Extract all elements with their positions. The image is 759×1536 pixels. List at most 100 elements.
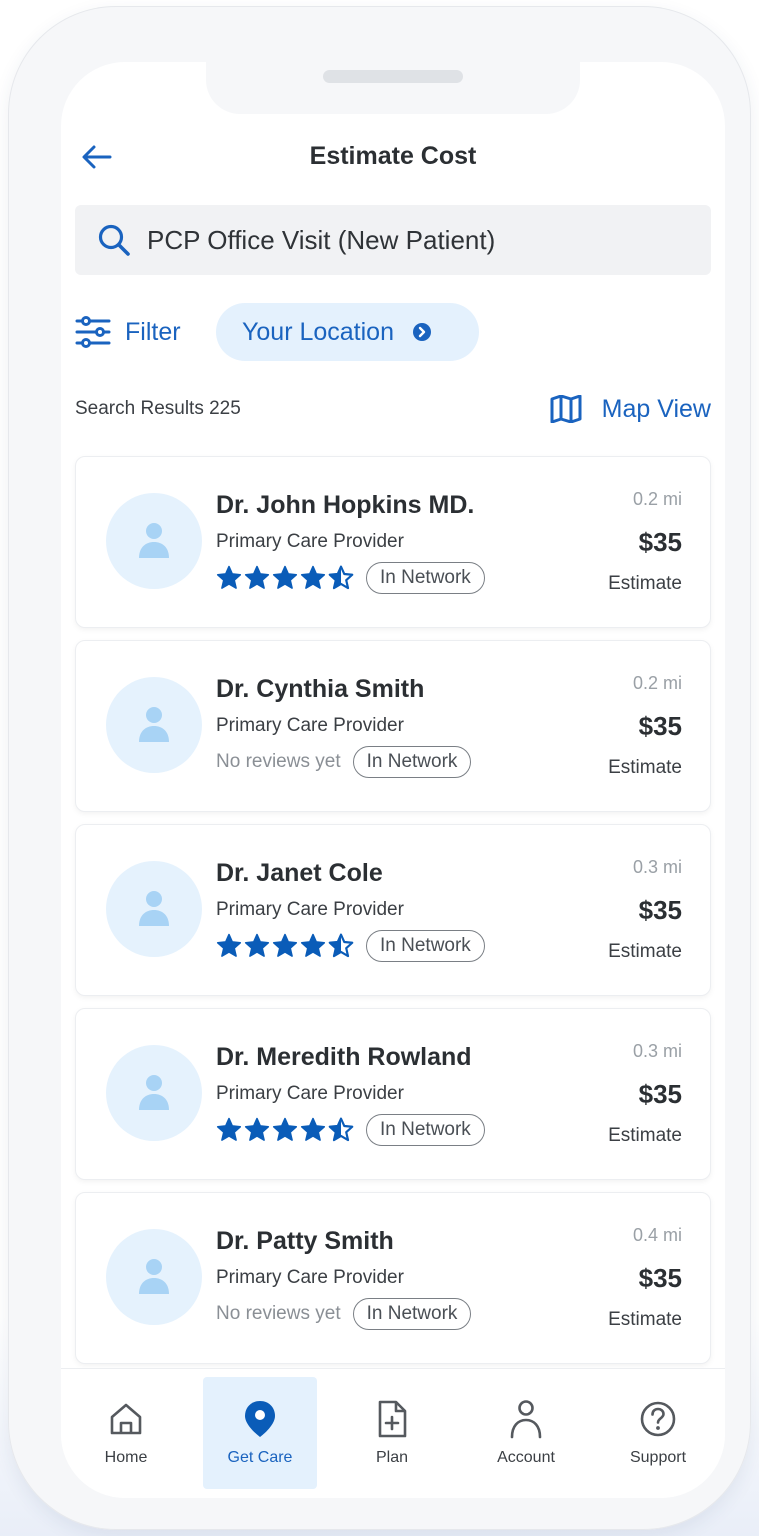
avatar <box>106 677 202 773</box>
document-plus-icon <box>372 1399 412 1439</box>
avatar <box>106 861 202 957</box>
star-rating <box>216 1117 354 1143</box>
filter-row: Filter Your Location <box>75 303 725 361</box>
star-full-icon <box>272 933 298 957</box>
provider-card[interactable]: Dr. Patty Smith Primary Care Provider No… <box>75 1192 711 1364</box>
price-note: Estimate <box>608 1125 682 1146</box>
no-reviews-text: No reviews yet <box>216 1303 341 1324</box>
network-badge: In Network <box>352 746 472 778</box>
nav-item-plan[interactable]: Plan <box>335 1377 449 1489</box>
provider-card[interactable]: Dr. John Hopkins MD. Primary Care Provid… <box>75 456 711 628</box>
search-icon <box>97 222 133 258</box>
distance: 0.3 mi <box>632 857 682 877</box>
search-query-text: PCP Office Visit (New Patient) <box>147 224 496 255</box>
nav-item-support[interactable]: Support <box>601 1377 715 1489</box>
rating-row: In Network <box>216 561 485 595</box>
nav-label: Home <box>104 1449 148 1466</box>
filter-label: Filter <box>125 317 181 346</box>
provider-card[interactable]: Dr. Meredith Rowland Primary Care Provid… <box>75 1008 711 1180</box>
distance: 0.4 mi <box>632 1225 682 1245</box>
phone-frame: Estimate Cost PCP Office Visit (New Pati… <box>8 6 751 1530</box>
distance: 0.3 mi <box>632 1041 682 1061</box>
price-note: Estimate <box>608 573 682 594</box>
star-full-icon <box>244 565 270 589</box>
person-icon <box>506 1399 546 1439</box>
star-full-icon <box>244 1117 270 1141</box>
avatar <box>106 493 202 589</box>
star-full-icon <box>300 1117 326 1141</box>
price-note: Estimate <box>608 941 682 962</box>
network-badge: In Network <box>366 1114 485 1146</box>
provider-card[interactable]: Dr. Cynthia Smith Primary Care Provider … <box>75 640 711 812</box>
star-half-icon <box>328 565 354 590</box>
star-half-icon <box>328 1117 354 1142</box>
star-full-icon <box>216 1117 242 1141</box>
network-badge: In Network <box>352 1298 472 1330</box>
star-half-icon <box>328 933 354 958</box>
question-circle-icon <box>638 1399 678 1439</box>
network-badge: In Network <box>366 562 485 594</box>
star-rating <box>216 565 354 591</box>
star-full-icon <box>300 933 326 957</box>
map-icon <box>550 395 582 423</box>
rating-row: In Network <box>216 1113 485 1147</box>
price-note: Estimate <box>608 1309 682 1330</box>
filter-button[interactable]: Filter <box>75 303 181 361</box>
nav-label: Plan <box>375 1449 409 1466</box>
provider-name: Dr. Meredith Rowland <box>216 1043 472 1071</box>
location-chip[interactable]: Your Location <box>216 303 479 361</box>
price: $35 <box>638 527 682 557</box>
star-full-icon <box>216 933 242 957</box>
star-full-icon <box>272 1117 298 1141</box>
price: $35 <box>638 1263 682 1293</box>
nav-label: Account <box>497 1449 555 1466</box>
bottom-nav: Home Get Care Plan Account Support <box>61 1368 725 1498</box>
nav-item-account[interactable]: Account <box>469 1377 583 1489</box>
provider-specialty: Primary Care Provider <box>216 1267 404 1288</box>
nav-label: Get Care <box>227 1449 293 1466</box>
provider-name: Dr. Patty Smith <box>216 1227 394 1255</box>
search-input[interactable]: PCP Office Visit (New Patient) <box>75 205 711 275</box>
nav-item-get-care[interactable]: Get Care <box>203 1377 317 1489</box>
avatar <box>106 1045 202 1141</box>
provider-card[interactable]: Dr. Janet Cole Primary Care Provider In … <box>75 824 711 996</box>
phone-notch <box>206 62 580 114</box>
arrow-circle-icon <box>412 322 432 342</box>
provider-specialty: Primary Care Provider <box>216 715 404 736</box>
provider-specialty: Primary Care Provider <box>216 1083 404 1104</box>
no-reviews-text: No reviews yet <box>216 751 341 772</box>
star-full-icon <box>272 565 298 589</box>
distance: 0.2 mi <box>632 489 682 509</box>
network-badge: In Network <box>366 930 485 962</box>
person-icon <box>139 891 169 926</box>
provider-specialty: Primary Care Provider <box>216 531 404 552</box>
price: $35 <box>638 1079 682 1109</box>
nav-label: Support <box>629 1449 687 1466</box>
person-icon <box>139 1075 169 1110</box>
provider-specialty: Primary Care Provider <box>216 899 404 920</box>
price: $35 <box>638 895 682 925</box>
provider-name: Dr. John Hopkins MD. <box>216 491 475 519</box>
top-header: Estimate Cost <box>61 134 725 180</box>
nav-item-home[interactable]: Home <box>69 1377 183 1489</box>
home-icon <box>106 1399 146 1439</box>
provider-name: Dr. Cynthia Smith <box>216 675 425 703</box>
page-title: Estimate Cost <box>309 142 477 170</box>
speaker-grille <box>323 70 463 83</box>
results-row: Search Results 225 Map View <box>75 392 711 426</box>
map-view-button[interactable]: Map View <box>550 392 711 426</box>
sliders-icon <box>75 316 111 348</box>
person-icon <box>139 707 169 742</box>
map-view-label: Map View <box>601 394 711 423</box>
rating-row: No reviews yet In Network <box>216 1297 472 1331</box>
location-chip-label: Your Location <box>242 317 394 346</box>
phone-screen: Estimate Cost PCP Office Visit (New Pati… <box>61 62 725 1498</box>
provider-name: Dr. Janet Cole <box>216 859 383 887</box>
star-full-icon <box>244 933 270 957</box>
rating-row: In Network <box>216 929 485 963</box>
star-rating <box>216 933 354 959</box>
price-note: Estimate <box>608 757 682 778</box>
rating-row: No reviews yet In Network <box>216 745 472 779</box>
star-full-icon <box>216 565 242 589</box>
distance: 0.2 mi <box>632 673 682 693</box>
